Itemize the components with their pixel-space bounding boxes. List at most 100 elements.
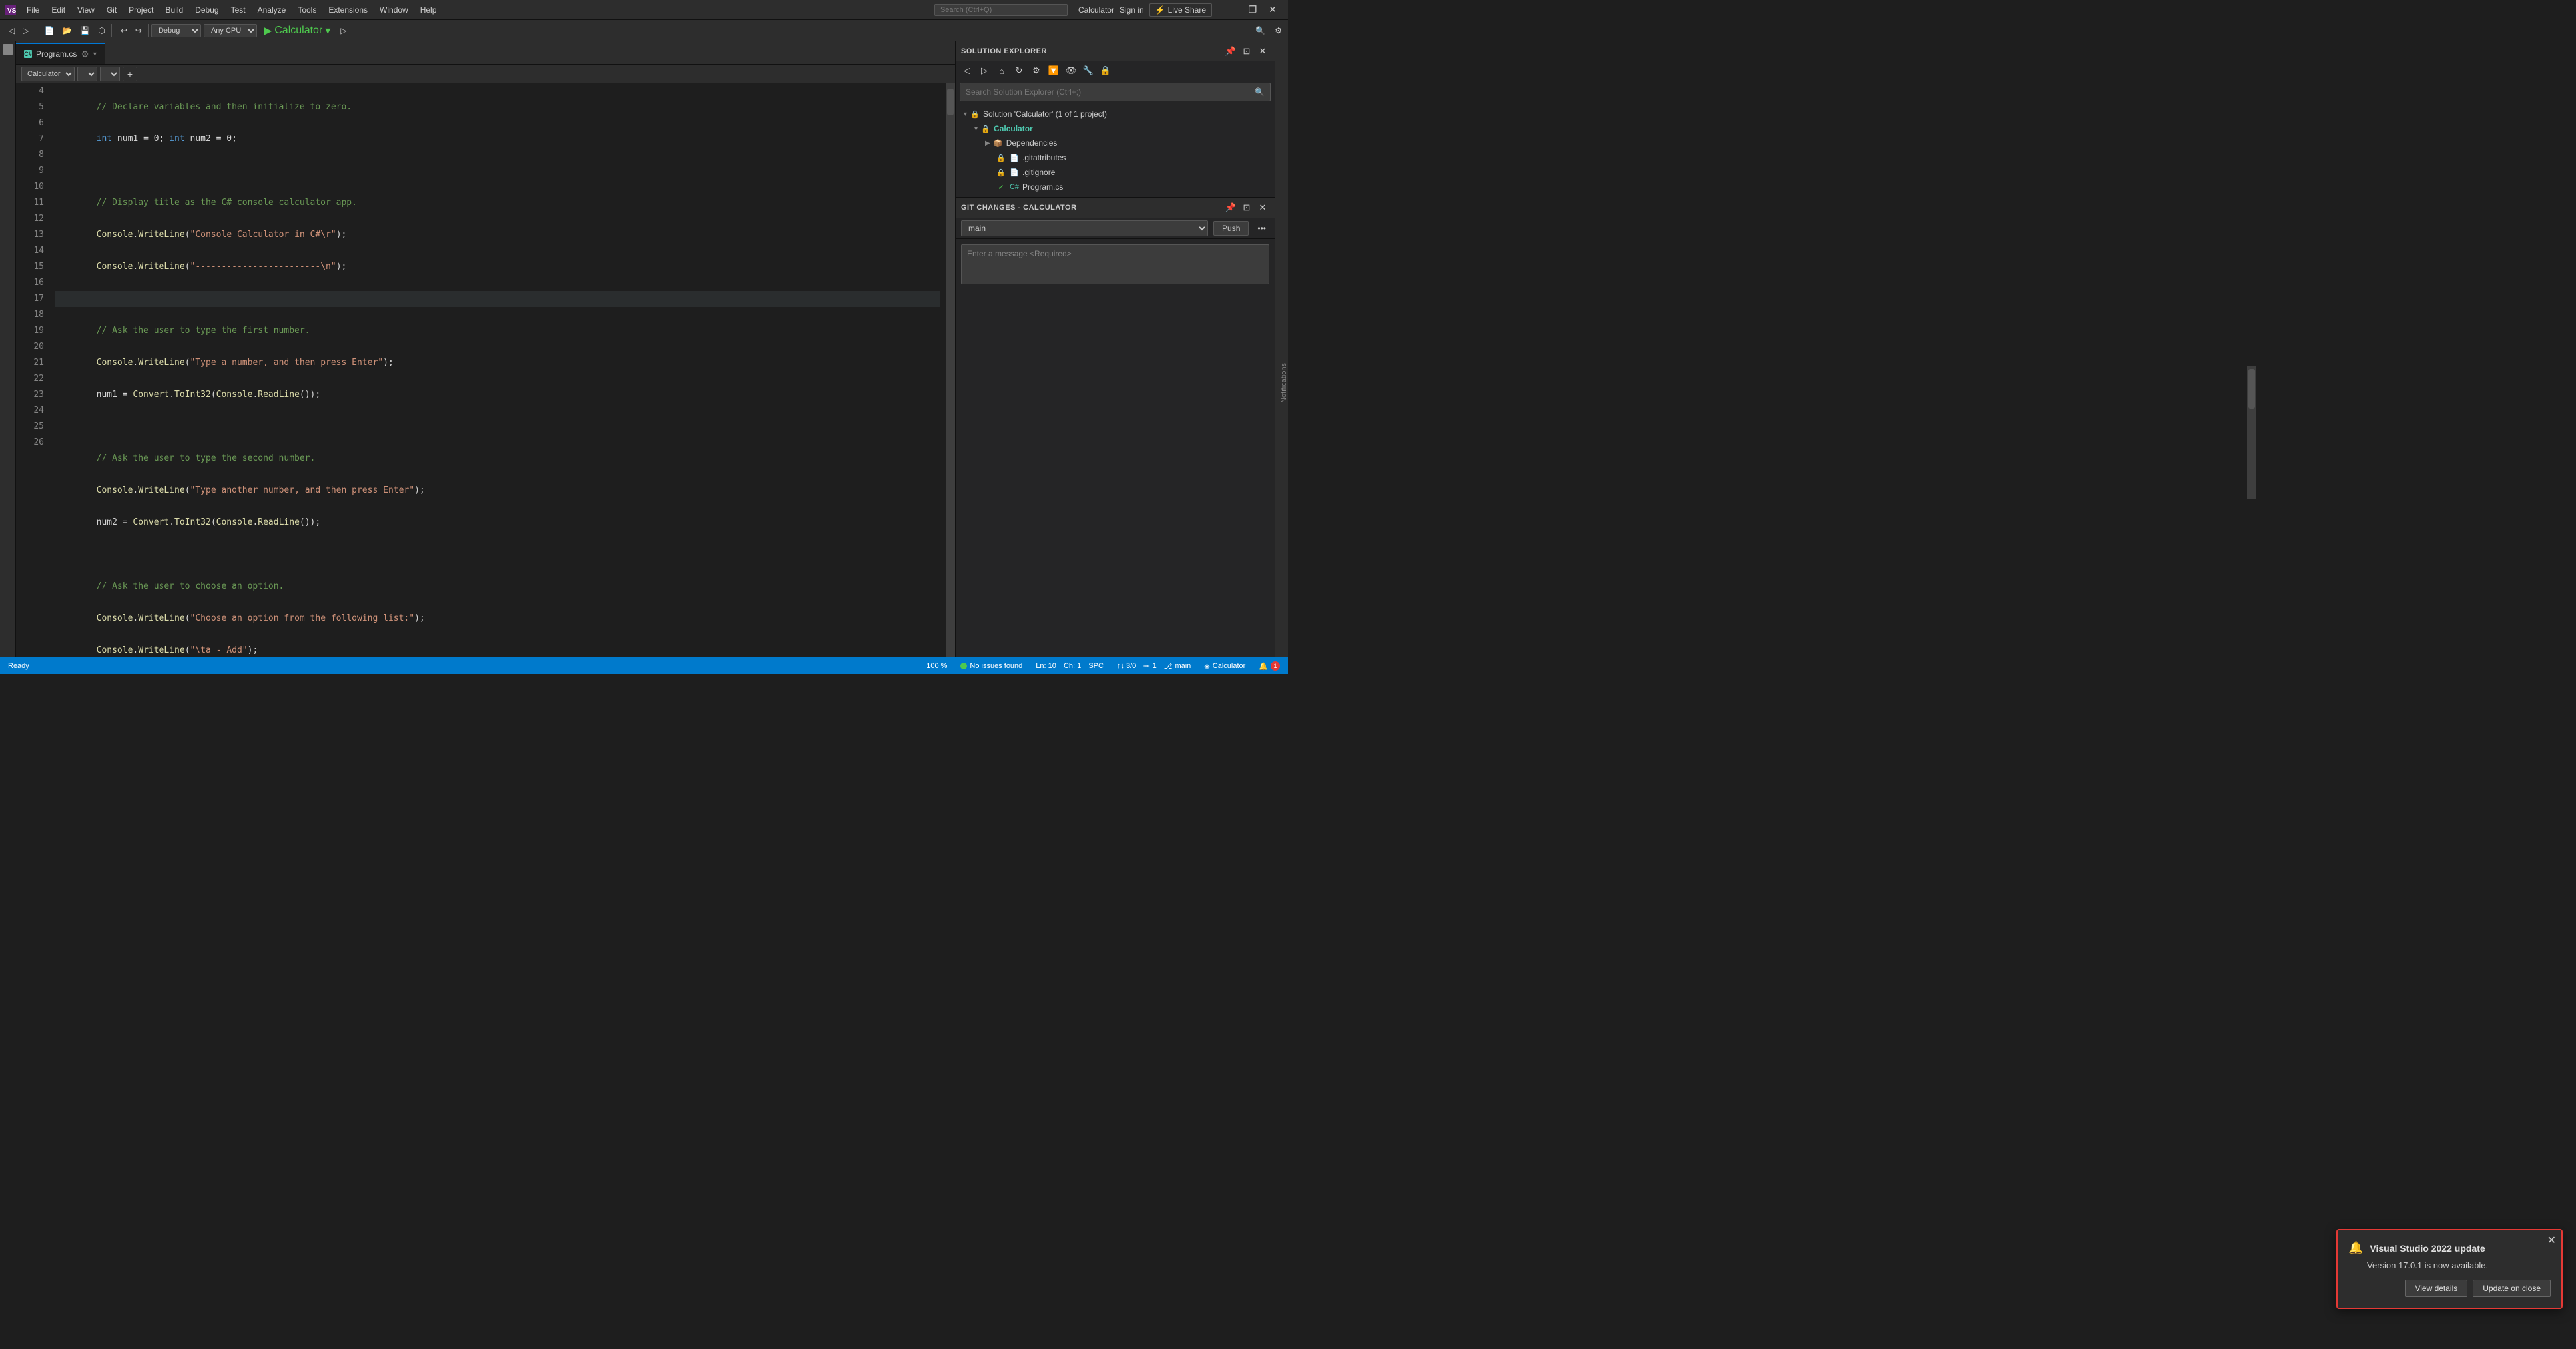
tab-program-cs[interactable]: C# Program.cs ⚙ ▾ xyxy=(16,43,105,64)
save-button[interactable]: 💾 xyxy=(77,24,93,37)
notification-close-button[interactable]: ✕ xyxy=(2547,1236,2556,1246)
push-button[interactable]: Push xyxy=(1213,221,1249,236)
forward-button[interactable]: ▷ xyxy=(19,24,32,37)
code-content[interactable]: // Declare variables and then initialize… xyxy=(49,83,946,657)
sign-in-link[interactable]: Sign in xyxy=(1120,5,1144,15)
git-close-button[interactable]: ✕ xyxy=(1256,201,1269,214)
sol-close-button[interactable]: ✕ xyxy=(1256,45,1269,58)
line-col-status[interactable]: Ln: 10 Ch: 1 SPC xyxy=(1033,657,1106,674)
search-input[interactable] xyxy=(934,4,1068,16)
vertical-scrollbar[interactable] xyxy=(946,83,955,657)
menu-window[interactable]: Window xyxy=(374,4,414,16)
redo-button[interactable]: ↪ xyxy=(132,24,145,37)
git-more-button[interactable]: ••• xyxy=(1254,222,1269,235)
tree-solution-root[interactable]: ▾ 🔒 Solution 'Calculator' (1 of 1 projec… xyxy=(956,107,1275,121)
platform-select[interactable]: Any CPU x64 xyxy=(204,24,257,37)
no-issues-status[interactable]: No issues found xyxy=(958,657,1025,674)
git-header-actions: 📌 ⊡ ✕ xyxy=(1224,201,1269,214)
file-buttons: 📄 📂 💾 ⬡ xyxy=(38,24,111,37)
title-bar: VS File Edit View Git Project Build Debu… xyxy=(0,0,1288,20)
gitattributes-label: .gitattributes xyxy=(1022,153,1066,162)
close-button[interactable]: ✕ xyxy=(1263,0,1283,20)
sol-tb-preview[interactable]: 👁 xyxy=(1064,63,1078,78)
config-select[interactable]: Debug Release xyxy=(151,24,201,37)
sol-tb-home[interactable]: ⌂ xyxy=(994,63,1009,78)
live-share-button[interactable]: ⚡ Live Share xyxy=(1149,3,1212,17)
sol-tb-lock[interactable]: 🔒 xyxy=(1098,63,1113,78)
back-button[interactable]: ◁ xyxy=(5,24,18,37)
git-pin-button[interactable]: 📌 xyxy=(1224,201,1237,214)
menu-file[interactable]: File xyxy=(21,4,45,16)
ready-label: Ready xyxy=(8,662,29,670)
run-button[interactable]: ▶ Calculator ▾ xyxy=(260,23,334,39)
file-icon: 📄 xyxy=(1009,152,1020,163)
tree-gitattributes[interactable]: 🔒 📄 .gitattributes xyxy=(956,150,1275,165)
app-status[interactable]: ◈ Calculator xyxy=(1201,657,1248,674)
scope-selector[interactable] xyxy=(100,67,120,81)
sol-float-button[interactable]: ⊡ xyxy=(1240,45,1253,58)
maximize-button[interactable]: ❐ xyxy=(1243,0,1263,20)
menu-debug[interactable]: Debug xyxy=(190,4,224,16)
add-nav-button[interactable]: + xyxy=(123,67,137,81)
view-details-button[interactable]: View details xyxy=(2405,1280,2467,1297)
start-without-debug[interactable]: ▷ xyxy=(337,24,350,37)
pencil-count: 1 xyxy=(1153,662,1157,670)
status-right: 100 % No issues found Ln: 10 Ch: 1 SPC ↑… xyxy=(924,657,1283,674)
sol-tb-sync[interactable]: ↻ xyxy=(1012,63,1026,78)
sol-tb-forward[interactable]: ▷ xyxy=(977,63,992,78)
tree-program-cs[interactable]: ✓ C# Program.cs xyxy=(956,180,1275,194)
menu-git[interactable]: Git xyxy=(101,4,122,16)
menu-build[interactable]: Build xyxy=(161,4,189,16)
sol-pin-button[interactable]: 📌 xyxy=(1224,45,1237,58)
zoom-level[interactable]: 100 % xyxy=(924,657,950,674)
minimize-button[interactable]: — xyxy=(1223,0,1243,20)
lock-icon-2: 🔒 xyxy=(996,167,1006,178)
undo-button[interactable]: ↩ xyxy=(117,24,131,37)
notification-status[interactable]: 🔔 1 xyxy=(1256,657,1283,674)
branch-selector[interactable]: main xyxy=(961,220,1208,236)
git-arrows-label: ↑↓ 3/0 xyxy=(1117,662,1136,670)
sol-tb-back[interactable]: ◁ xyxy=(960,63,974,78)
menu-edit[interactable]: Edit xyxy=(46,4,71,16)
code-line-15: // Ask the user to type the second numbe… xyxy=(55,451,940,467)
update-on-close-button[interactable]: Update on close xyxy=(2473,1280,2551,1297)
save-all-button[interactable]: ⬡ xyxy=(95,24,108,37)
tree-gitignore[interactable]: 🔒 📄 .gitignore xyxy=(956,165,1275,180)
lock-icon: 🔒 xyxy=(996,152,1006,163)
tree-dependencies[interactable]: ▶ 📦 Dependencies xyxy=(956,136,1275,150)
menu-project[interactable]: Project xyxy=(123,4,159,16)
notifications-label[interactable]: Notifications xyxy=(1280,363,1288,403)
open-file-button[interactable]: 📂 xyxy=(59,24,75,37)
title-search xyxy=(934,4,1068,16)
code-line-6 xyxy=(55,163,940,179)
solution-search-input[interactable] xyxy=(966,87,1255,97)
new-file-button[interactable]: 📄 xyxy=(41,24,57,37)
tree-calculator-project[interactable]: ▾ 🔒 Calculator xyxy=(956,121,1275,136)
sol-tb-wrench[interactable]: 🔧 xyxy=(1081,63,1096,78)
toolbox-icon[interactable] xyxy=(3,44,13,55)
class-selector[interactable]: Calculator xyxy=(21,67,75,81)
git-commit-message[interactable]: Enter a message <Required> xyxy=(961,244,1269,284)
git-float-button[interactable]: ⊡ xyxy=(1240,201,1253,214)
git-scrollbar[interactable] xyxy=(2247,366,2256,499)
menu-test[interactable]: Test xyxy=(226,4,251,16)
code-line-11: // Ask the user to type the first number… xyxy=(55,323,940,339)
menu-analyze[interactable]: Analyze xyxy=(252,4,292,16)
menu-tools[interactable]: Tools xyxy=(292,4,322,16)
code-line-21: Console.WriteLine("\ta - Add"); xyxy=(55,643,940,657)
menu-extensions[interactable]: Extensions xyxy=(323,4,373,16)
menu-help[interactable]: Help xyxy=(415,4,442,16)
nav-buttons: ◁ ▷ xyxy=(3,24,35,37)
menu-view[interactable]: View xyxy=(72,4,100,16)
chevron-down-icon: ▾ xyxy=(964,111,967,118)
run-label: Calculator xyxy=(274,25,322,37)
member-selector[interactable] xyxy=(77,67,97,81)
git-status[interactable]: ↑↓ 3/0 ✏ 1 ⎇ main xyxy=(1114,657,1193,674)
sol-tb-filter[interactable]: 🔽 xyxy=(1046,63,1061,78)
vs-logo: VS xyxy=(5,5,16,15)
toolbar-extra-1[interactable]: 🔍 xyxy=(1252,24,1269,37)
git-changes-panel: Git Changes - Calculator 📌 ⊡ ✕ main Push… xyxy=(956,198,1275,657)
toolbar-extra-2[interactable]: ⚙ xyxy=(1271,24,1285,37)
sol-tb-settings[interactable]: ⚙ xyxy=(1029,63,1044,78)
chevron-down-icon-2: ▾ xyxy=(974,125,978,133)
